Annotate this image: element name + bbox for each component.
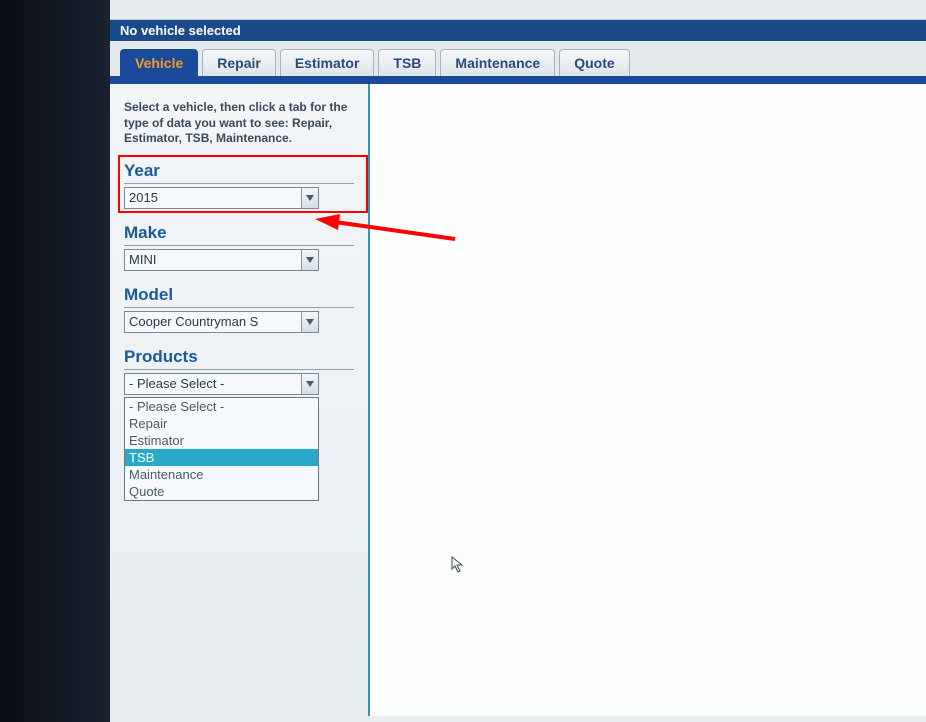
tab-label: TSB	[393, 55, 421, 71]
chevron-down-icon	[301, 374, 318, 394]
tab-label: Estimator	[295, 55, 360, 71]
chevron-down-icon	[301, 188, 318, 208]
year-value: 2015	[125, 190, 301, 205]
tabs-row: Vehicle Repair Estimator TSB Maintenance…	[110, 41, 926, 84]
products-option[interactable]: Estimator	[125, 432, 318, 449]
products-dropdown[interactable]: - Please Select -	[124, 373, 319, 395]
option-label: Estimator	[129, 433, 184, 448]
tab-quote[interactable]: Quote	[559, 49, 629, 76]
tab-label: Repair	[217, 55, 261, 71]
model-value: Cooper Countryman S	[125, 314, 301, 329]
chevron-down-icon	[301, 250, 318, 270]
option-label: TSB	[129, 450, 154, 465]
right-pane	[370, 84, 926, 716]
option-label: - Please Select -	[129, 399, 224, 414]
make-value: MINI	[125, 252, 301, 267]
make-label: Make	[124, 223, 354, 246]
model-dropdown[interactable]: Cooper Countryman S	[124, 311, 319, 333]
products-option[interactable]: Repair	[125, 415, 318, 432]
products-options-list: - Please Select - Repair Estimator TSB M…	[124, 397, 319, 501]
model-label: Model	[124, 285, 354, 308]
products-option[interactable]: - Please Select -	[125, 398, 318, 415]
tab-label: Quote	[574, 55, 614, 71]
tab-repair[interactable]: Repair	[202, 49, 276, 76]
year-dropdown[interactable]: 2015	[124, 187, 319, 209]
tab-maintenance[interactable]: Maintenance	[440, 49, 555, 76]
app-window: No vehicle selected Vehicle Repair Estim…	[110, 0, 926, 722]
content-area: Select a vehicle, then click a tab for t…	[110, 84, 926, 716]
products-label: Products	[124, 347, 354, 370]
field-year: Year 2015	[124, 161, 354, 209]
field-model: Model Cooper Countryman S	[124, 285, 354, 333]
window-toolbar	[110, 0, 926, 20]
tab-estimator[interactable]: Estimator	[280, 49, 375, 76]
option-label: Quote	[129, 484, 164, 499]
status-text: No vehicle selected	[120, 23, 241, 38]
option-label: Repair	[129, 416, 167, 431]
left-pane: Select a vehicle, then click a tab for t…	[110, 84, 370, 716]
tab-label: Vehicle	[135, 55, 183, 71]
products-value: - Please Select -	[125, 376, 301, 391]
photo-edge-dark	[0, 0, 110, 722]
make-dropdown[interactable]: MINI	[124, 249, 319, 271]
year-label: Year	[124, 161, 354, 184]
tab-tsb[interactable]: TSB	[378, 49, 436, 76]
chevron-down-icon	[301, 312, 318, 332]
products-option[interactable]: Quote	[125, 483, 318, 500]
field-products: Products - Please Select - - Please Sele…	[124, 347, 354, 501]
instruction-text: Select a vehicle, then click a tab for t…	[124, 100, 354, 147]
option-label: Maintenance	[129, 467, 203, 482]
products-option[interactable]: TSB	[125, 449, 318, 466]
status-bar: No vehicle selected	[110, 20, 926, 41]
field-make: Make MINI	[124, 223, 354, 271]
products-option[interactable]: Maintenance	[125, 466, 318, 483]
tab-label: Maintenance	[455, 55, 540, 71]
tab-vehicle[interactable]: Vehicle	[120, 49, 198, 76]
